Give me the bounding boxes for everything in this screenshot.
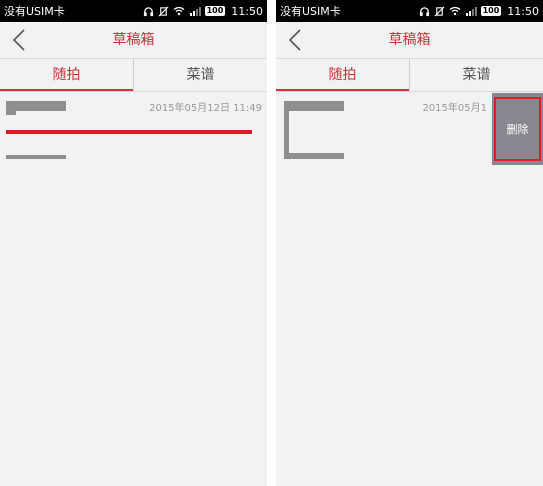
thumbnail-left-bar [284,101,289,159]
title-bar: 草稿箱 [0,22,267,59]
battery-icon: 100 [204,6,226,16]
status-icons: 100 11:50 [419,5,539,18]
thumbnail-bottom-bar [284,153,344,159]
battery-icon: 100 [480,6,502,16]
signal-icon [465,7,477,16]
carrier-label: 没有USIM卡 [280,5,341,18]
signal-icon [189,7,201,16]
thumbnail-bottom-bar [6,155,66,159]
draft-list-item[interactable]: 2015年05月12日 11:49 [0,93,267,165]
status-bar: 没有USIM卡 100 11:50 [0,0,267,22]
tab-recipes[interactable]: 菜谱 [133,59,267,91]
title-bar: 草稿箱 [276,22,543,59]
vibrate-icon [158,6,169,16]
status-time: 11:50 [507,4,539,18]
thumbnail-left-bar [6,101,16,115]
status-time: 11:50 [231,4,263,18]
wifi-icon [173,6,184,16]
tab-snapshots[interactable]: 随拍 [276,59,409,91]
tab-bar: 随拍 菜谱 [276,59,543,92]
draft-date: 2015年05月12日 11:49 [149,103,262,114]
headphone-icon [143,6,153,16]
phone-screen-right: 没有USIM卡 100 11:50 草稿箱 随拍 菜谱 2015年05月1 删除 [276,0,543,486]
headphone-icon [419,6,429,16]
tab-bar: 随拍 菜谱 [0,59,267,92]
status-bar: 没有USIM卡 100 11:50 [276,0,543,22]
wifi-icon [449,6,460,16]
status-icons: 100 11:50 [143,5,263,18]
thumbnail-top-bar [284,101,344,111]
page-title: 草稿箱 [112,32,155,48]
page-title: 草稿箱 [388,32,431,48]
carrier-label: 没有USIM卡 [4,5,65,18]
delete-highlight-box [494,97,541,161]
tab-recipes[interactable]: 菜谱 [409,59,543,91]
tab-snapshots[interactable]: 随拍 [0,59,133,91]
phone-screen-left: 没有USIM卡 100 11:50 草稿箱 随拍 菜谱 2015年05月12日 … [0,0,267,486]
vibrate-icon [434,6,445,16]
swipe-indicator-line [6,130,252,134]
draft-date: 2015年05月1 [422,103,487,114]
